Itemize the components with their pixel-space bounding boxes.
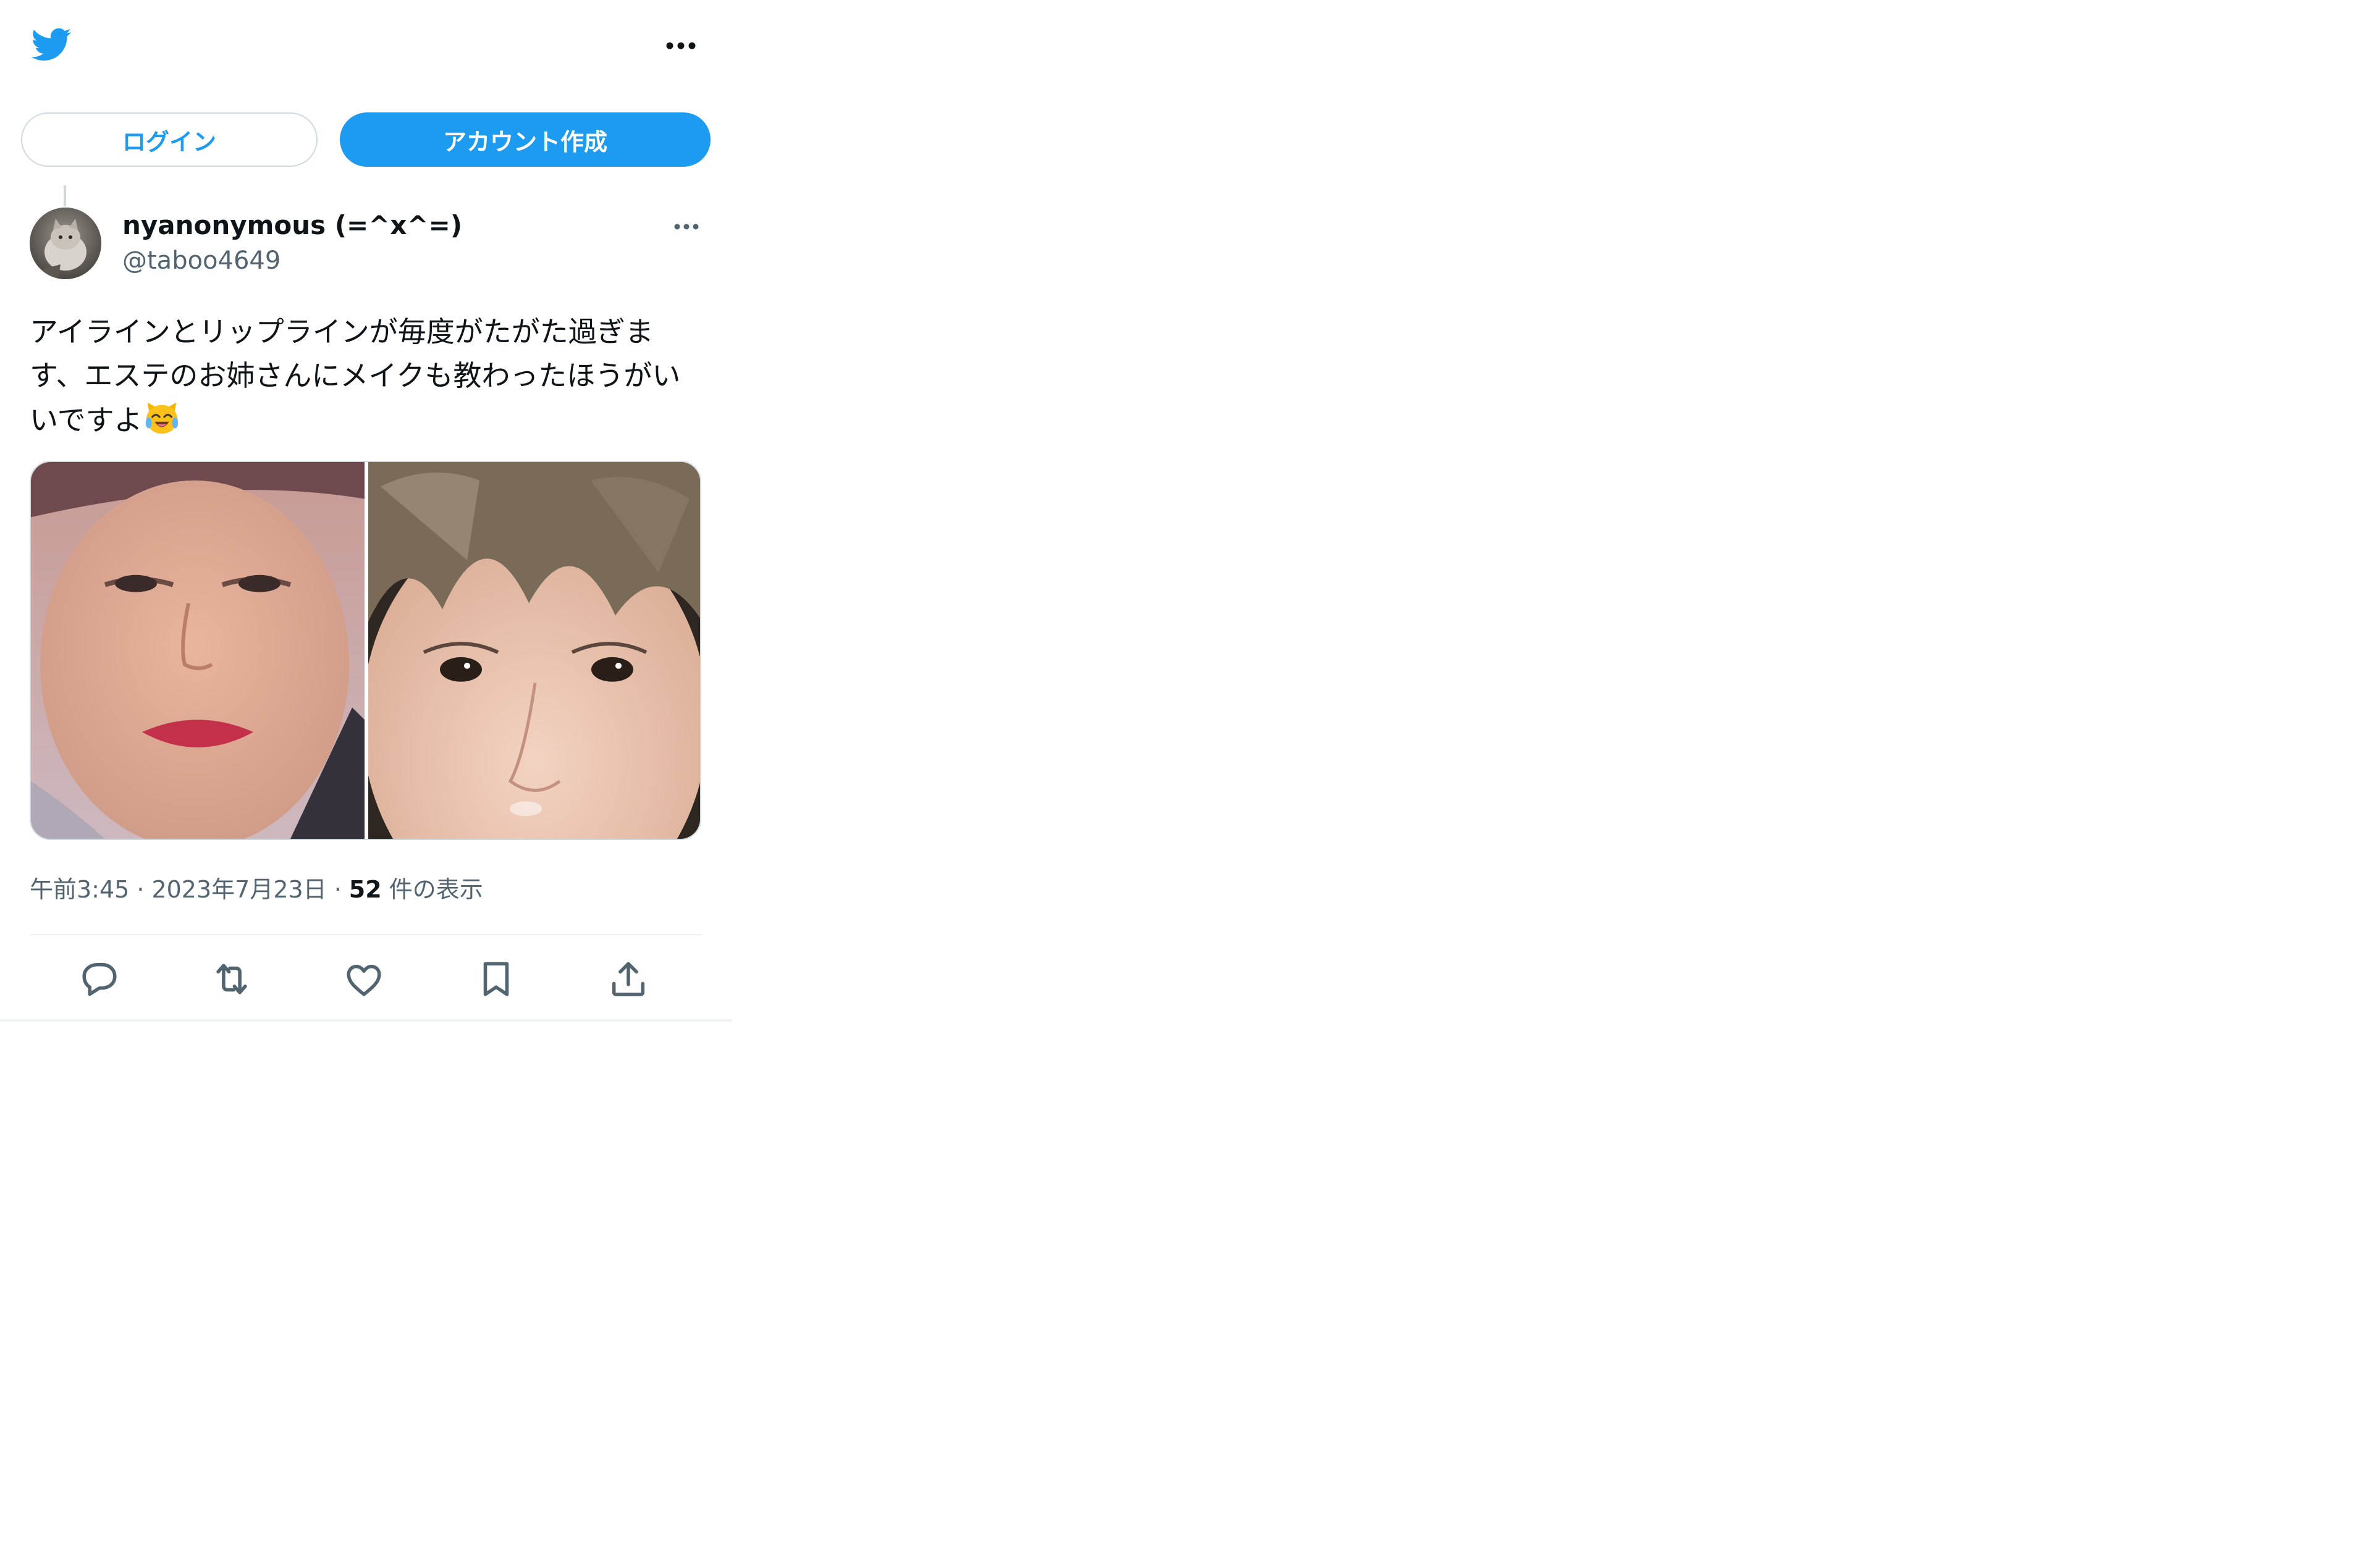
twitter-bird-icon[interactable]: [27, 23, 74, 65]
tweet-meta: 午前3:45 · 2023年7月23日 · 52 件の表示: [30, 871, 483, 908]
share-icon[interactable]: [607, 957, 650, 1001]
tweet-time[interactable]: 午前3:45: [30, 876, 129, 903]
more-horizontal-icon[interactable]: [662, 37, 699, 54]
tweet-text-body: アイラインとリップラインが毎度がたがた過ぎます、エステのお姉さんにメイクも教わっ…: [30, 315, 681, 437]
display-name[interactable]: nyanonymous (=^x^=): [122, 208, 462, 243]
reply-icon[interactable]: [78, 957, 121, 1001]
bottom-border: [0, 1019, 732, 1022]
face-with-tears-of-joy-cat-icon: [145, 402, 178, 434]
top-bar: [0, 0, 732, 93]
bookmark-icon[interactable]: [475, 957, 518, 1001]
views-count: 52: [348, 876, 382, 903]
meta-separator: ·: [334, 876, 342, 903]
login-button[interactable]: ログイン: [21, 112, 318, 167]
tweet-text: アイラインとリップラインが毎度がたがた過ぎます、エステのお姉さんにメイクも教わっ…: [30, 310, 703, 442]
like-icon[interactable]: [342, 957, 386, 1001]
create-account-button[interactable]: アカウント作成: [340, 112, 711, 167]
views-label: 件の表示: [389, 876, 483, 903]
thread-line: [64, 185, 66, 206]
divider: [30, 934, 702, 935]
retweet-icon[interactable]: [210, 957, 253, 1001]
tweet-media[interactable]: [30, 461, 701, 840]
tweet-photo-2[interactable]: [368, 462, 701, 839]
meta-separator: ·: [137, 876, 145, 903]
avatar[interactable]: [30, 208, 101, 279]
tweet-actions: [30, 951, 702, 1007]
avatar-cat-photo: [30, 208, 101, 279]
tweet-photo-1[interactable]: [31, 462, 365, 839]
user-handle[interactable]: @taboo4649: [122, 245, 281, 277]
tweet-more-icon[interactable]: [671, 216, 702, 237]
tweet-page: ログイン アカウント作成 nyanonymous (=^x^=) @taboo4…: [0, 0, 732, 1025]
tweet-date[interactable]: 2023年7月23日: [151, 876, 326, 903]
